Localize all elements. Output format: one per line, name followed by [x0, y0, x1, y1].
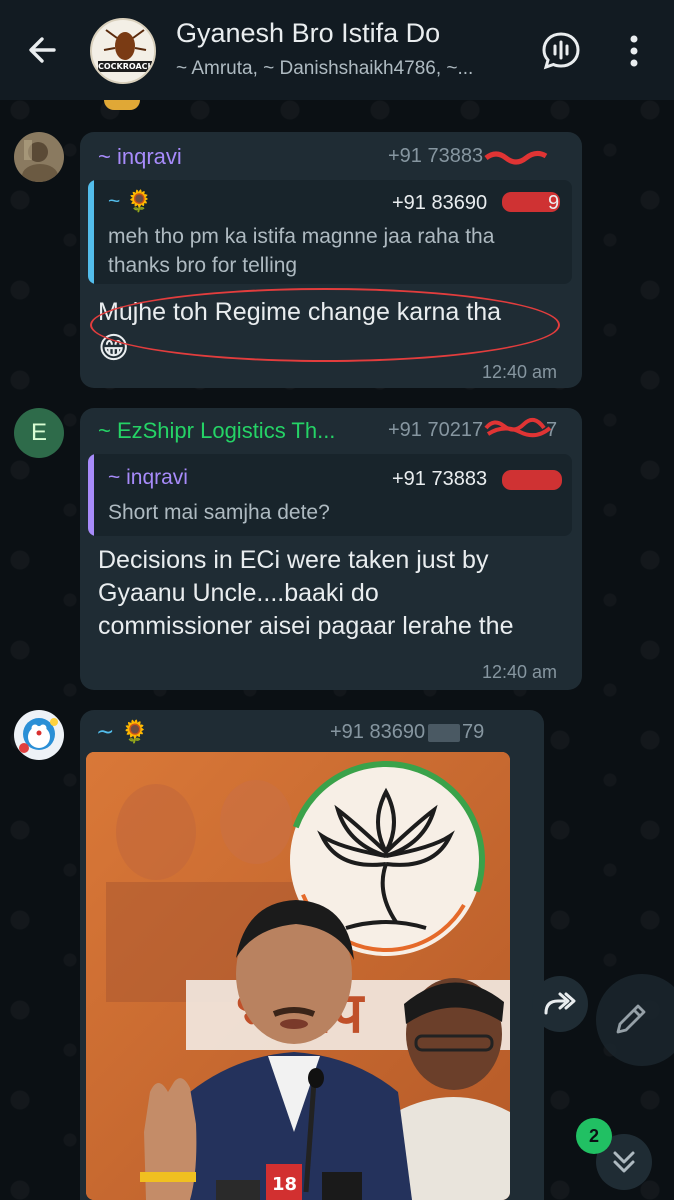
sender-name[interactable]: ~ inqravi — [98, 144, 182, 170]
quoted-sender-name: ~ inqravi — [108, 466, 188, 489]
quoted-text: meh tho pm ka istifa magnne jaa raha tha… — [108, 225, 495, 277]
quote-bar — [88, 454, 94, 536]
quoted-sender-name: ~ 🌻 — [108, 190, 153, 213]
quoted-message[interactable]: ~ inqravi +91 73883 Short mai samjha det… — [88, 454, 572, 536]
pencil-icon — [616, 1004, 646, 1034]
message-text: Decisions in ECi were taken just by Gyaa… — [98, 546, 514, 640]
shared-photo[interactable]: भाजप 18 — [86, 752, 510, 1200]
forward-icon — [544, 992, 576, 1015]
avatar[interactable] — [14, 710, 64, 760]
sender-phone-suffix: 79 — [462, 721, 485, 743]
chat-header: COCKROACH Gyanesh Bro Istifa Do ~ Amruta… — [0, 0, 674, 100]
sender-phone: +91 83690 — [330, 721, 426, 743]
unread-count-badge: 2 — [576, 1118, 612, 1154]
sender-name[interactable]: ~ 🌻 — [96, 720, 149, 745]
voice-chat-button[interactable] — [540, 30, 582, 72]
press-conference-photo: भाजप 18 — [86, 752, 510, 1200]
chevron-double-down-icon — [613, 1151, 635, 1173]
redaction-mark — [502, 470, 562, 490]
cockroach-logo-icon — [93, 21, 154, 82]
voice-chat-icon — [542, 32, 580, 70]
forward-button[interactable] — [532, 976, 588, 1032]
quoted-sender-phone: +91 83690 — [392, 192, 488, 214]
group-logo-text: COCKROACH — [98, 62, 155, 71]
quoted-text: Short mai samjha dete? — [108, 501, 330, 524]
message-time: 12:40 am — [482, 362, 558, 382]
more-vert-icon — [630, 35, 638, 67]
back-button[interactable] — [22, 30, 62, 70]
sender-name[interactable]: ~ EzShipr Logistics Th... — [98, 418, 370, 444]
message-bubble[interactable]: ~ EzShipr Logistics Th... +91 70217 7 ~ … — [80, 408, 582, 690]
message-time: 12:40 am — [482, 662, 558, 682]
doraemon-avatar-icon — [14, 710, 64, 760]
quoted-phone-suffix: 9 — [548, 192, 560, 214]
annotation-circle — [90, 288, 560, 362]
quoted-message[interactable]: ~ 🌻 +91 83690 9 meh tho pm ka istifa mag… — [88, 180, 572, 284]
group-avatar[interactable]: COCKROACH — [90, 18, 156, 84]
more-options-button[interactable] — [620, 30, 648, 72]
sender-phone-suffix: 7 — [546, 419, 558, 441]
back-arrow-icon — [29, 37, 56, 63]
avatar[interactable] — [14, 132, 64, 182]
sender-phone: +91 70217 — [388, 419, 484, 441]
avatar-letter: E — [30, 419, 47, 446]
chat-participants[interactable]: ~ Amruta, ~ Danishshaikh4786, ~... — [176, 58, 516, 80]
quoted-sender-phone: +91 73883 — [392, 468, 488, 490]
sender-phone: +91 73883 — [388, 145, 484, 167]
previous-message-emoji — [104, 100, 140, 110]
profile-photo-icon — [14, 132, 64, 182]
chat-title[interactable]: Gyanesh Bro Istifa Do — [176, 18, 440, 49]
redaction-mark — [428, 724, 460, 742]
quote-bar — [88, 180, 94, 284]
photo-podium-text: 18 — [272, 1174, 297, 1195]
avatar[interactable]: E — [14, 408, 64, 458]
redaction-mark — [484, 148, 554, 166]
